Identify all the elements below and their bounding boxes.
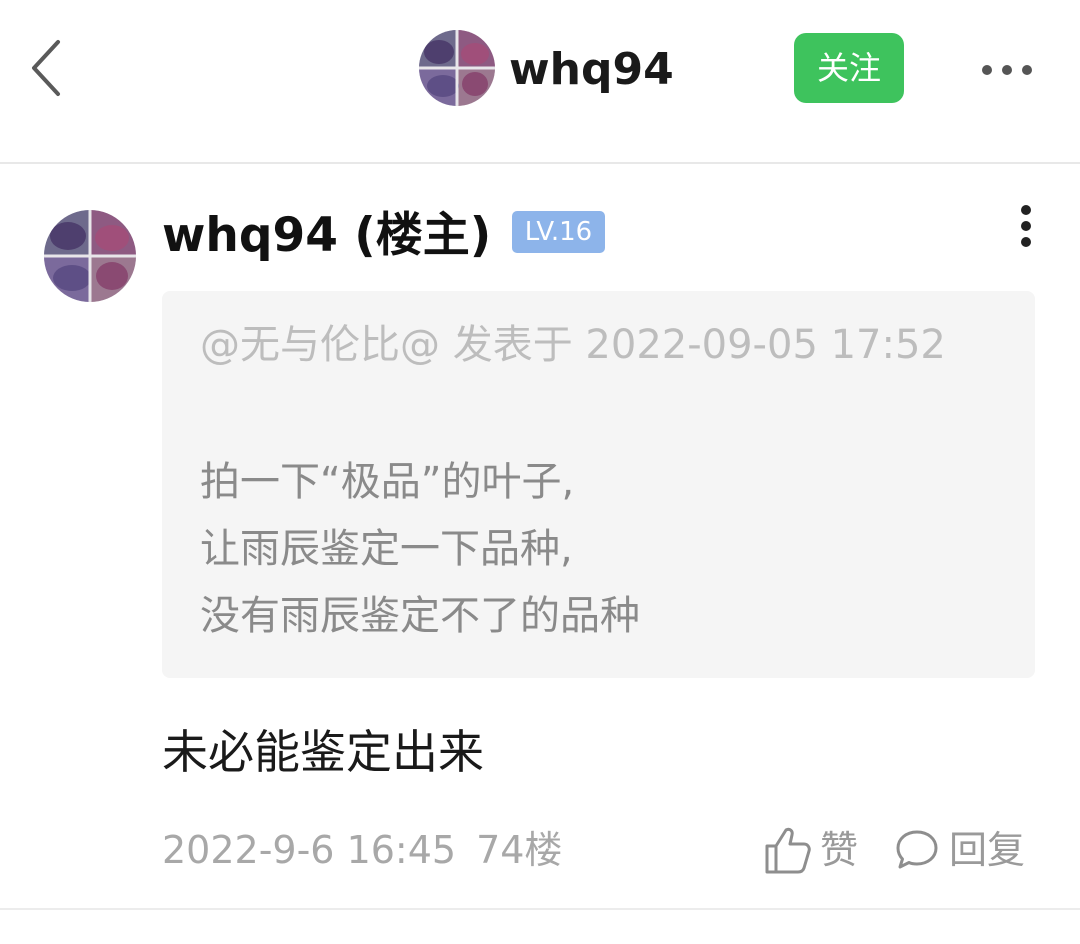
more-horizontal-icon <box>982 65 1032 75</box>
chevron-left-icon <box>32 40 60 96</box>
more-button[interactable] <box>972 50 1042 90</box>
post-author-name[interactable]: whq94 (楼主) <box>162 206 491 266</box>
author-avatar[interactable] <box>44 210 136 302</box>
post-floor: 74楼 <box>476 828 563 872</box>
post-content: 未必能鉴定出来 <box>162 725 484 779</box>
avatar-image <box>44 210 136 302</box>
quote-line: 拍一下“极品”的叶子, <box>200 459 575 505</box>
follow-button[interactable]: 关注 <box>794 33 904 103</box>
header-username[interactable]: whq94 <box>509 42 674 98</box>
quote-body: 拍一下“极品”的叶子, 让雨辰鉴定一下品种, 没有雨辰鉴定不了的品种 <box>200 449 1000 650</box>
more-vertical-icon <box>1021 205 1031 247</box>
divider <box>0 162 1080 164</box>
quote-line: 没有雨辰鉴定不了的品种 <box>200 593 640 639</box>
reply-label: 回复 <box>949 828 1026 872</box>
quote-meta: @无与伦比@ 发表于 2022-09-05 17:52 <box>200 322 946 368</box>
back-button[interactable] <box>22 30 72 106</box>
level-badge: LV.16 <box>512 211 605 253</box>
post-date: 2022-9-6 16:45 <box>162 828 457 872</box>
avatar-image <box>419 30 495 106</box>
post-meta: 2022-9-6 16:45 74楼 <box>162 826 562 874</box>
post-menu-button[interactable] <box>1006 200 1046 252</box>
divider <box>0 908 1080 910</box>
quoted-post[interactable]: @无与伦比@ 发表于 2022-09-05 17:52 拍一下“极品”的叶子, … <box>162 291 1035 678</box>
like-label: 赞 <box>820 828 859 872</box>
header-avatar[interactable] <box>419 30 495 106</box>
comment-icon <box>896 830 938 869</box>
thumbs-up-icon <box>765 827 811 874</box>
like-button[interactable]: 赞 <box>762 820 858 880</box>
top-bar: whq94 关注 <box>0 0 1080 162</box>
quote-line: 让雨辰鉴定一下品种, <box>200 526 573 572</box>
reply-button[interactable]: 回复 <box>893 820 1025 880</box>
